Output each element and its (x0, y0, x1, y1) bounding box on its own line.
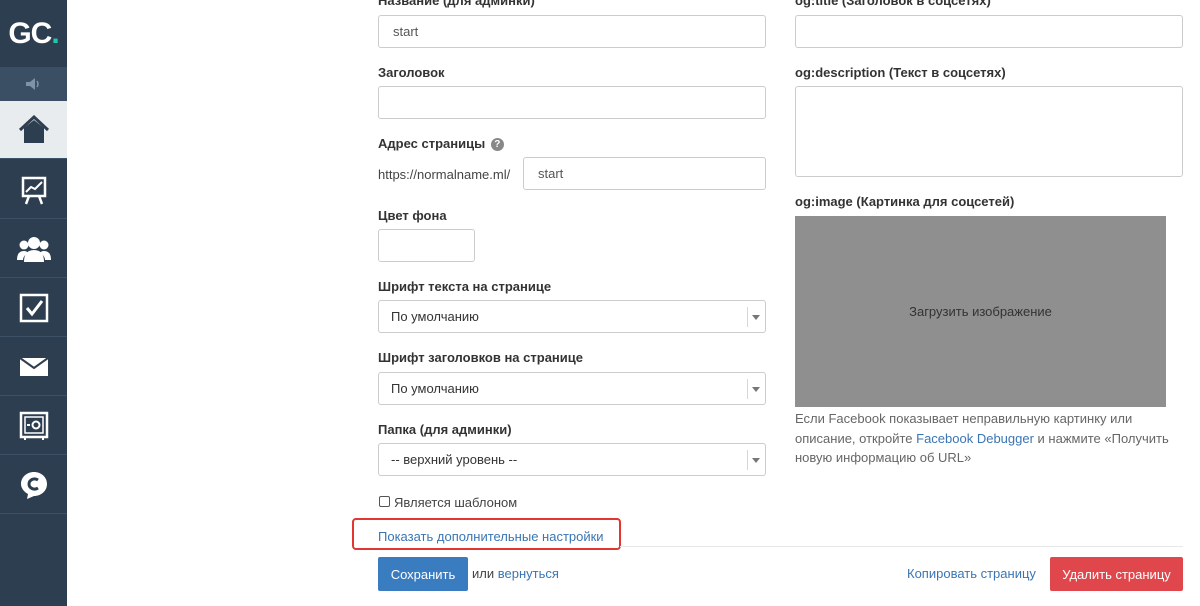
bg-color-label: Цвет фона (378, 208, 447, 223)
logo-text: GC. (8, 16, 59, 50)
image-upload-area[interactable]: Загрузить изображение (795, 216, 1166, 407)
show-more-settings-link[interactable]: Показать дополнительные настройки (378, 529, 604, 544)
speaker-icon[interactable] (0, 67, 67, 101)
page-address-label: Адрес страницы ? (378, 136, 504, 151)
chevron-down-icon (752, 387, 760, 392)
sidebar: GC. (0, 0, 67, 606)
chevron-down-icon (752, 458, 760, 463)
page-address-prefix: https://normalname.ml/ (378, 167, 511, 182)
is-template-checkbox[interactable] (379, 496, 390, 507)
og-description-label: og:description (Текст в соцсетях) (795, 65, 1006, 80)
sidebar-item-safe[interactable] (0, 397, 67, 455)
is-template-label: Является шаблоном (394, 495, 518, 510)
admin-name-input[interactable]: start (378, 15, 766, 48)
copy-page-link[interactable]: Копировать страницу (907, 566, 1036, 581)
chevron-down-icon (752, 315, 760, 320)
text-font-select[interactable]: По умолчанию (378, 300, 766, 333)
heading-label: Заголовок (378, 65, 445, 80)
divider (620, 546, 1183, 547)
checkbox-icon (19, 293, 48, 322)
chat-bubble-icon (20, 471, 47, 499)
users-icon (16, 236, 51, 262)
back-link[interactable]: вернуться (498, 566, 559, 581)
safe-icon (19, 411, 48, 440)
select-divider (747, 450, 748, 470)
text-font-value: По умолчанию (391, 309, 479, 324)
upload-image-label: Загрузить изображение (909, 304, 1052, 319)
help-icon[interactable]: ? (490, 138, 504, 151)
home-icon (18, 114, 49, 143)
folder-select[interactable]: -- верхний уровень -- (378, 443, 766, 476)
og-title-input[interactable] (795, 15, 1183, 48)
bg-color-input[interactable] (378, 229, 475, 262)
sidebar-item-users[interactable] (0, 220, 67, 278)
delete-page-button[interactable]: Удалить страницу (1050, 557, 1183, 591)
heading-font-label: Шрифт заголовков на странице (378, 350, 583, 365)
og-description-textarea[interactable] (795, 86, 1183, 177)
heading-font-value: По умолчанию (391, 381, 479, 396)
og-title-label: og:title (Заголовок в соцсетях) (795, 0, 991, 8)
og-image-label: og:image (Картинка для соцсетей) (795, 194, 1015, 209)
sidebar-item-mail[interactable] (0, 338, 67, 396)
folder-label: Папка (для админки) (378, 422, 512, 437)
or-text: или вернуться (472, 566, 559, 581)
heading-font-select[interactable]: По умолчанию (378, 372, 766, 405)
admin-name-label: Название (для админки) (378, 0, 535, 8)
facebook-debugger-link[interactable]: Facebook Debugger (916, 431, 1034, 446)
heading-input[interactable] (378, 86, 766, 119)
folder-value: -- верхний уровень -- (391, 452, 518, 467)
page-address-input[interactable]: start (523, 157, 766, 190)
select-divider (747, 307, 748, 327)
chart-easel-icon (21, 176, 46, 204)
envelope-icon (18, 356, 49, 376)
sidebar-item-tasks[interactable] (0, 279, 67, 337)
sidebar-item-home[interactable] (0, 101, 67, 159)
logo[interactable]: GC. (0, 0, 67, 67)
save-button[interactable]: Сохранить (378, 557, 468, 591)
sidebar-item-chat[interactable] (0, 456, 67, 514)
text-font-label: Шрифт текста на странице (378, 279, 552, 294)
select-divider (747, 379, 748, 399)
facebook-hint: Если Facebook показывает неправильную ка… (795, 411, 1169, 465)
sidebar-item-stats[interactable] (0, 161, 67, 219)
